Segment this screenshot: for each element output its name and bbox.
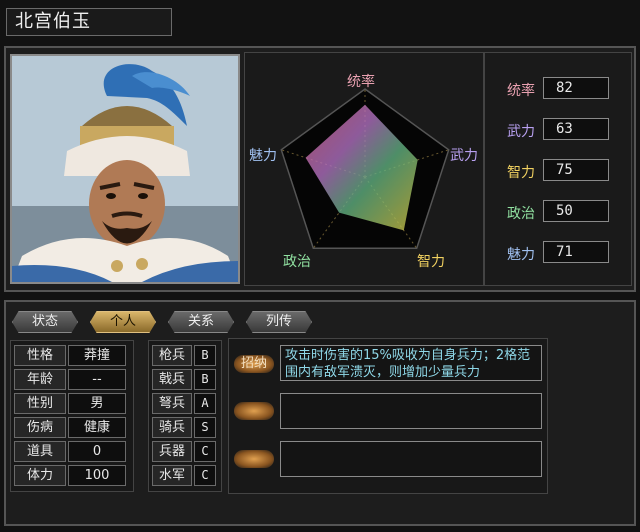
character-portrait <box>10 54 240 284</box>
tab-relations[interactable]: 关系 <box>168 311 234 333</box>
personal-value: 100 <box>68 465 126 486</box>
stats-panel: 统率 82 武力 63 智力 75 政治 50 魅力 71 <box>484 52 632 286</box>
aptitude-label: 兵器 <box>152 441 192 462</box>
aptitude-grade: B <box>194 369 216 390</box>
skill-slot-2 <box>280 393 542 429</box>
personal-label: 体力 <box>14 465 66 486</box>
skill-slot-1: 攻击时伤害的15%吸收为自身兵力；2格范围内有敌军溃灭，则增加少量兵力 <box>280 345 542 381</box>
aptitude-grade: C <box>194 465 216 486</box>
stat-row-leadership: 统率 82 <box>485 77 633 101</box>
personal-label: 性别 <box>14 393 66 414</box>
stat-value: 75 <box>543 159 609 181</box>
aptitude-grade: B <box>194 345 216 366</box>
personal-label: 性格 <box>14 345 66 366</box>
aptitude-label: 戟兵 <box>152 369 192 390</box>
ability-radar-panel: 统率 武力 智力 政治 魅力 <box>244 52 484 286</box>
personal-value: 莽撞 <box>68 345 126 366</box>
personal-value: 健康 <box>68 417 126 438</box>
personal-value: -- <box>68 369 126 390</box>
tab-biography[interactable]: 列传 <box>246 311 312 333</box>
stat-value: 63 <box>543 118 609 140</box>
stat-label: 魅力 <box>507 247 535 263</box>
aptitude-label: 枪兵 <box>152 345 192 366</box>
aptitude-grade: A <box>194 393 216 414</box>
radar-label-charm: 魅力 <box>249 148 277 164</box>
stat-label: 统率 <box>507 83 535 99</box>
personal-label: 道具 <box>14 441 66 462</box>
portrait-image <box>12 56 238 282</box>
aptitude-label: 水军 <box>152 465 192 486</box>
radar-label-politics: 政治 <box>283 254 311 270</box>
tab-personal[interactable]: 个人 <box>90 311 156 333</box>
personal-label: 伤病 <box>14 417 66 438</box>
skill-recruit-button[interactable]: 招纳 <box>234 355 274 373</box>
stat-value: 71 <box>543 241 609 263</box>
radar-label-intel: 智力 <box>417 254 445 270</box>
personal-value: 0 <box>68 441 126 462</box>
stat-row-politics: 政治 50 <box>485 200 633 224</box>
stat-label: 政治 <box>507 206 535 222</box>
personal-label: 年龄 <box>14 369 66 390</box>
aptitude-label: 弩兵 <box>152 393 192 414</box>
aptitude-label: 骑兵 <box>152 417 192 438</box>
skill-slot-3 <box>280 441 542 477</box>
stat-value: 82 <box>543 77 609 99</box>
tab-status[interactable]: 状态 <box>12 311 78 333</box>
radar-label-war: 武力 <box>450 148 478 164</box>
aptitude-grade: C <box>194 441 216 462</box>
character-name: 北宫伯玉 <box>6 8 172 36</box>
stat-label: 智力 <box>507 165 535 181</box>
stat-row-intel: 智力 75 <box>485 159 633 183</box>
skill-slot-2-button[interactable] <box>234 402 274 420</box>
radar-label-leadership: 统率 <box>347 74 375 90</box>
skill-slot-3-button[interactable] <box>234 450 274 468</box>
stat-label: 武力 <box>507 124 535 140</box>
aptitude-grade: S <box>194 417 216 438</box>
stat-row-charm: 魅力 71 <box>485 241 633 265</box>
personal-value: 男 <box>68 393 126 414</box>
stat-value: 50 <box>543 200 609 222</box>
stat-row-war: 武力 63 <box>485 118 633 142</box>
